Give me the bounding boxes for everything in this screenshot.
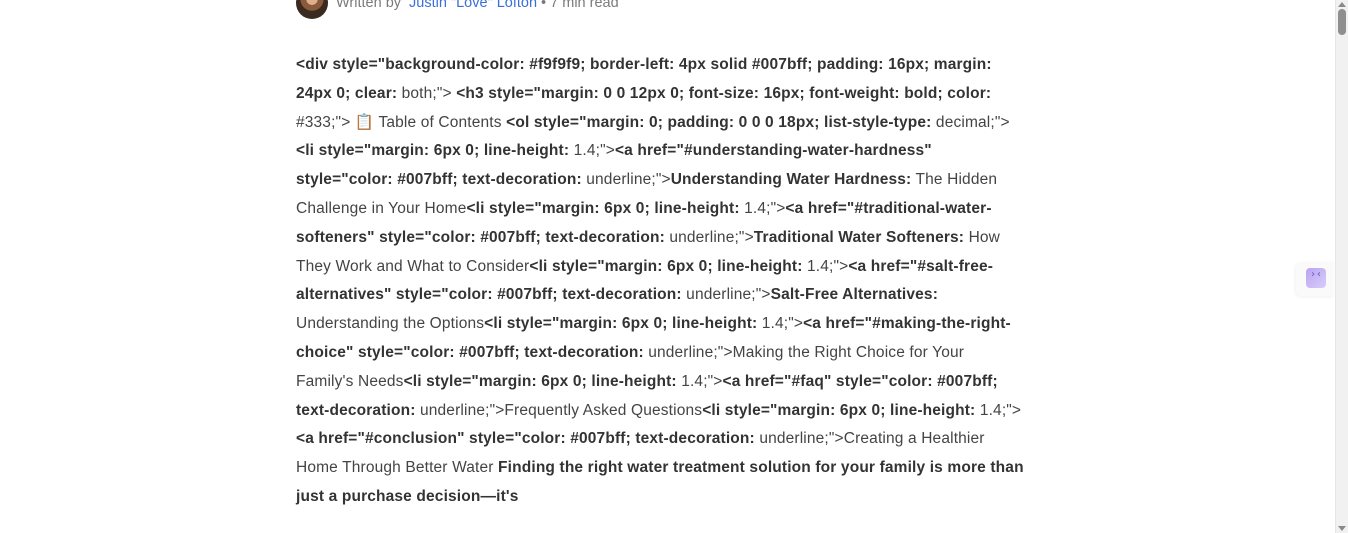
- article-text-bold: Understanding Water Hardness:: [670, 171, 912, 189]
- article-text: 1.4;">: [975, 401, 1022, 419]
- article-text-bold: <li style="margin: 6px 0; line-height:: [529, 257, 803, 275]
- read-time: • 7 min read: [537, 0, 619, 11]
- author-link[interactable]: Justin "Love" Lofton: [409, 0, 537, 11]
- article-text: 1.4;">: [739, 199, 786, 217]
- collapse-icon[interactable]: ›‹: [1306, 268, 1326, 288]
- article-text: 1.4;">: [802, 257, 849, 275]
- article-text-bold: <li style="margin: 6px 0; line-height:: [702, 401, 976, 419]
- article-text: underline;">: [581, 171, 671, 189]
- article-text: Understanding the Options: [296, 315, 485, 333]
- article-text-bold: <a href="#conclusion" style="color: #007…: [296, 430, 755, 448]
- article-text-bold: <h3 style="margin: 0 0 12px 0; font-size…: [456, 84, 992, 102]
- author-avatar[interactable]: [296, 0, 328, 19]
- side-widget[interactable]: ›‹: [1296, 262, 1334, 296]
- byline: Written by Justin "Love" Lofton • 7 min …: [296, 0, 619, 20]
- article-text-bold: <ol style="margin: 0; padding: 0 0 0 18p…: [506, 113, 932, 131]
- article-text: 1.4;">: [569, 142, 615, 160]
- article-page: Written by Justin "Love" Lofton • 7 min …: [0, 0, 1335, 533]
- article-text-bold: Salt-Free Alternatives:: [770, 286, 939, 304]
- article-text: #333;"> 📋 Table of Contents: [296, 113, 507, 131]
- article-text: decimal;">: [931, 113, 1010, 131]
- scroll-up-arrow-icon[interactable]: [1338, 2, 1346, 7]
- article-text-bold: Traditional Water Softeners:: [753, 228, 965, 246]
- article-text-bold: <li style="margin: 6px 0; line-height:: [466, 199, 740, 217]
- article-text-bold: <li style="margin: 6px 0; line-height:: [296, 142, 570, 160]
- article-text-bold: <li style="margin: 6px 0; line-height:: [484, 315, 758, 333]
- article-text: both;">: [397, 84, 457, 102]
- article-text: underline;">: [681, 286, 771, 304]
- article-text-bold: <li style="margin: 6px 0; line-height:: [403, 372, 677, 390]
- article-text: underline;">: [664, 228, 754, 246]
- written-by-label: Written by: [336, 0, 402, 11]
- scrollbar-thumb[interactable]: [1338, 9, 1346, 35]
- article-text: underline;">Frequently Asked Questions: [415, 401, 703, 419]
- article-body: <div style="background-color: #f9f9f9; b…: [296, 51, 1026, 512]
- article-text: 1.4;">: [676, 372, 723, 390]
- article-text: 1.4;">: [757, 315, 804, 333]
- vertical-scrollbar[interactable]: [1335, 0, 1348, 533]
- scroll-down-arrow-icon[interactable]: [1338, 526, 1346, 531]
